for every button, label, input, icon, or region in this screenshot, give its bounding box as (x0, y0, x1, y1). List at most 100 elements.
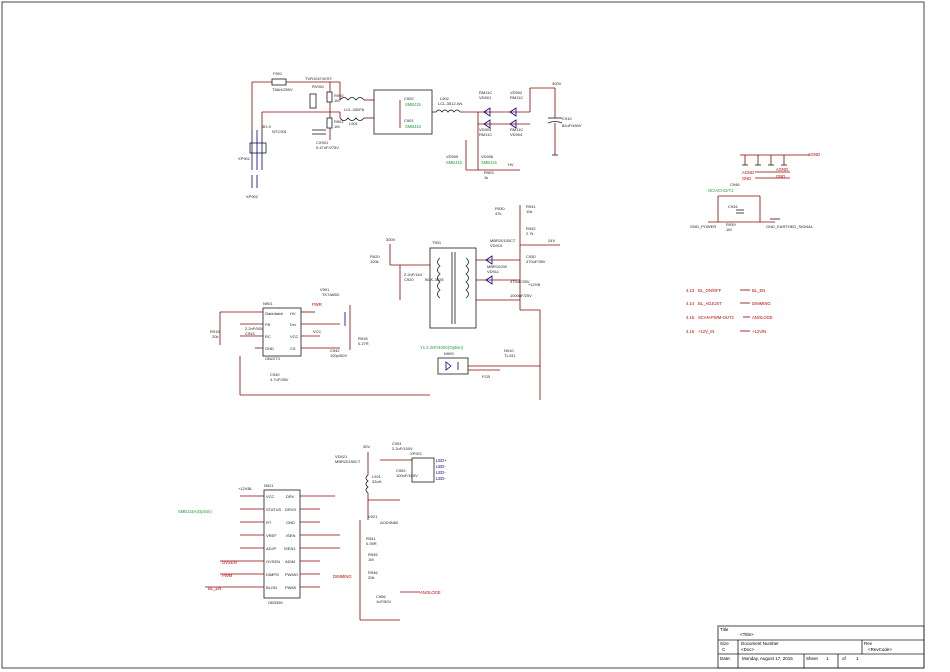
vcc-cap-val: 4.7uF/35V (270, 377, 289, 382)
net-300v-a: 300V (552, 81, 562, 86)
io-name-2: BL_ADJUST (698, 301, 722, 306)
net-300v-b: 300V (386, 237, 396, 242)
ic-pin4: GND (265, 346, 274, 351)
led-pin-l4: VREF (266, 533, 277, 538)
led-mosfet-ref: V921 (368, 514, 378, 519)
io-pin-3: 4.15 (686, 315, 695, 320)
fb-res1-val: 47k (495, 211, 501, 216)
title-value: <Title> (740, 632, 754, 637)
net-fcb: FCB (482, 374, 490, 379)
led-pin-l5: ADJP (266, 546, 277, 551)
l902-val: LCL-3512-WL (438, 101, 464, 106)
flyback-ic-ref: N901 (263, 301, 273, 306)
ic-pin3: RC (265, 334, 271, 339)
snub-cap-ref: C920 (404, 277, 414, 282)
ground-section: AGND AGND GND AGND GND NC/AC/X2/Y1 C946 … (690, 152, 820, 232)
ground-cap-note: NC/AC/X2/Y1 (708, 188, 734, 193)
net-30v: 30V (363, 444, 370, 449)
net-hv: HV (508, 162, 514, 167)
fuse-value: T5AH/250V (272, 87, 293, 92)
vd906-val: SMBJ15 (481, 160, 497, 165)
io-net-3: ANOLOGE (752, 315, 773, 320)
ovp-res-val: 1M (368, 557, 374, 562)
io-name-3: SCAN-PWM-OUT2 (698, 315, 734, 320)
flyback-green-note: Y1:2.2nF/400V(Option) (420, 345, 464, 350)
vd901-ref: VD901 (479, 95, 492, 100)
trafo-secondary (465, 257, 469, 299)
io-labels-section: 4.13 BL_ON/OFF BL_EN 4.14 BL_ADJUST DIMM… (686, 288, 773, 334)
ic-pin6: VCC (290, 334, 299, 339)
rsense-val: 0.27R (358, 341, 369, 346)
net-pwm: PWM (222, 573, 233, 578)
ac-input-section: XP901 XP902 F901 T5AH/250V TVR10471KSY R… (238, 71, 582, 199)
cap-out2-val: 470uF/25V (510, 279, 530, 284)
led-pin-1: LED+ (436, 458, 447, 463)
isen-res-val: 0.39R (366, 541, 377, 546)
snub-res-val: 100k (370, 259, 379, 264)
led-pin-l1: VCC (266, 494, 275, 499)
net-24v: 24V (548, 238, 555, 243)
agnd-label-2: AGND (776, 167, 788, 172)
choke-ref: L901 (349, 121, 359, 126)
trafo-val: BCK-3028 (425, 277, 444, 282)
io-net-2: DIMMING (752, 301, 771, 306)
net-ovsen: OVSEN (222, 560, 237, 565)
rc-res-val: 20k (212, 334, 218, 339)
r901-val: 1M (334, 124, 340, 129)
io-name-4: +12V_IN (698, 329, 714, 334)
net-anologe: ANOLOGE (420, 590, 441, 595)
io-pin-2: 4.14 (686, 301, 695, 306)
led-cap2-val: 100uF/100V (396, 473, 418, 478)
led-pin-r1: DRV (286, 494, 295, 499)
gnd-label-2: GND (776, 174, 785, 179)
io-net-1: BL_EN (752, 288, 765, 293)
sheet-total: 1 (856, 656, 859, 661)
led-pin-r6: ADIM (285, 559, 295, 564)
led-ic-val: OB3350 (268, 600, 283, 605)
net-12v: +12VB (528, 282, 540, 287)
c901-ref: C901 (404, 118, 414, 123)
cx-val: 0.47uF/275V (316, 145, 339, 150)
doc-label: Document Number (741, 641, 779, 646)
vd905-val: SMBJ15 (446, 160, 462, 165)
c902-ref: C902 (404, 96, 414, 101)
opto-box (437, 357, 469, 375)
led-pin-r8: PWMI (285, 585, 296, 590)
title-label: Title (720, 627, 729, 632)
io-pin-1: 4.13 (686, 288, 695, 293)
fuse-ref: F901 (273, 71, 283, 76)
of-label: of (842, 656, 847, 661)
date-label: Date: (720, 656, 731, 661)
cap-out3-val: 1000uF/25V (510, 293, 532, 298)
ic-pin5: CS (290, 346, 296, 351)
cap-out1-val: 470uF/35V (526, 259, 546, 264)
io-name-1: BL_ON/OFF (698, 288, 722, 293)
flyback-section: N901 OB2273 Gate/latch FB RC GND HV Drv … (210, 204, 560, 400)
c910-val: 82uF/450V (562, 123, 582, 128)
trafo-ref: T901 (432, 240, 442, 245)
vd904-ref: VD904 (510, 132, 523, 137)
r903-val: 1k (484, 175, 488, 180)
r902-symbol (326, 91, 333, 103)
led-driver-section: OB3350 N921 VCC STATUS RT VREF ADJP OVSE… (178, 441, 447, 621)
vd905-ref: VD905 (446, 154, 459, 159)
net-bl-en: BL_EN (208, 586, 221, 591)
net-12vbl: +12VBL (238, 486, 253, 491)
bridge-cap-top: SMBJ15 (405, 102, 421, 107)
led-pin-r2: DRVS (285, 507, 296, 512)
flyback-ic-val: OB2273 (265, 356, 280, 361)
ground-cap-ref: C946 (730, 182, 740, 187)
ic-pin8: HV (290, 311, 296, 316)
ic-pin1: Gate/latch (265, 311, 283, 316)
size-label: Size (720, 641, 729, 646)
vd903-val: RM11C (479, 132, 492, 137)
led-inductor (365, 474, 369, 494)
led-pin-r3: GND (286, 520, 295, 525)
led-pin-4: LED- (436, 476, 446, 481)
agnd-label-top: AGND (808, 152, 820, 157)
fuse-symbol (271, 78, 287, 86)
ntc-ref: NTC901 (272, 129, 288, 134)
sheet-border (1, 1, 925, 669)
led-pin-l2: STATUS (266, 507, 282, 512)
varistor-symbol (309, 93, 317, 109)
